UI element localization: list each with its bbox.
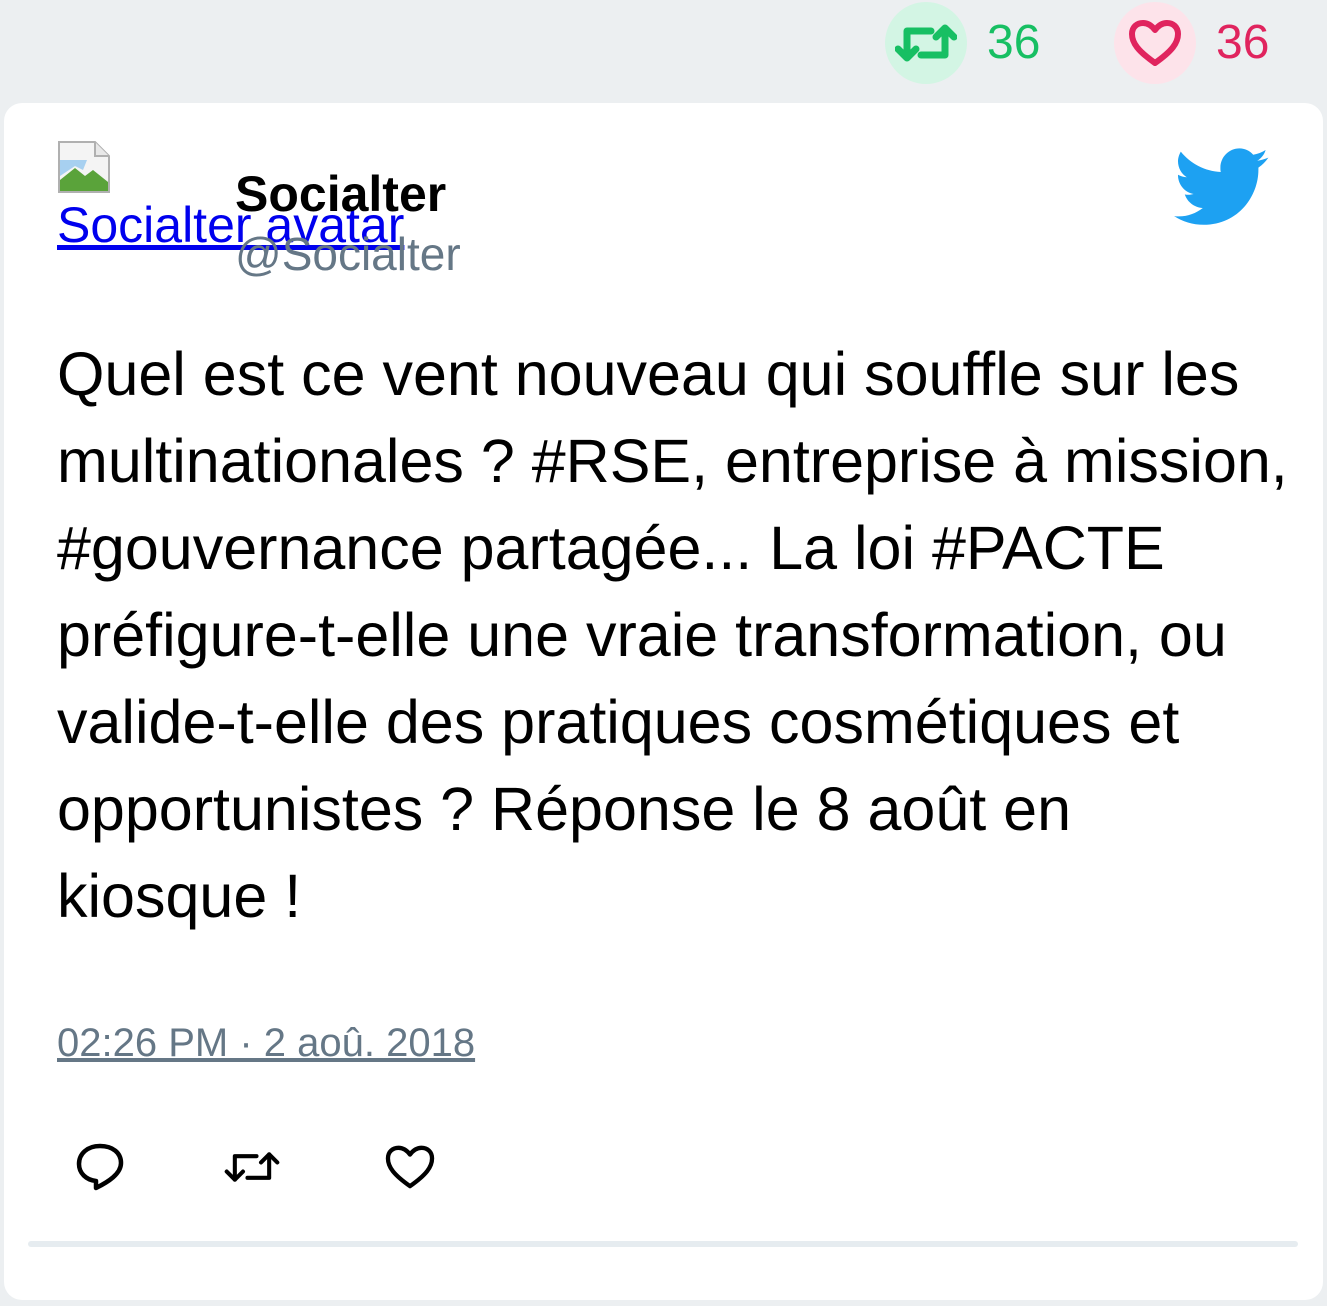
retweet-count: 36	[987, 16, 1041, 69]
heart-icon[interactable]	[1114, 2, 1196, 84]
author-name[interactable]: Socialter	[235, 165, 446, 223]
reply-icon[interactable]	[72, 1139, 128, 1195]
divider	[28, 1241, 1298, 1247]
heart-icon[interactable]	[382, 1139, 438, 1195]
twitter-bird-icon[interactable]	[1174, 148, 1270, 228]
retweet-icon[interactable]	[224, 1139, 280, 1195]
author-handle[interactable]: @Socialter	[235, 227, 461, 281]
tweet-text: Quel est ce vent nouveau qui souffle sur…	[57, 340, 1288, 930]
broken-image-icon	[58, 141, 110, 193]
engagement-bar: 36 36	[0, 0, 1327, 100]
like-count: 36	[1216, 16, 1270, 69]
tweet-timestamp[interactable]: 02:26 PM · 2 aoû. 2018	[57, 1021, 475, 1066]
like-stat[interactable]: 36	[1114, 2, 1269, 84]
retweet-stat[interactable]: 36	[885, 2, 1040, 84]
retweet-icon[interactable]	[885, 2, 967, 84]
tweet-card: Socialter avatar Socialter @Socialter Qu…	[4, 103, 1323, 1300]
